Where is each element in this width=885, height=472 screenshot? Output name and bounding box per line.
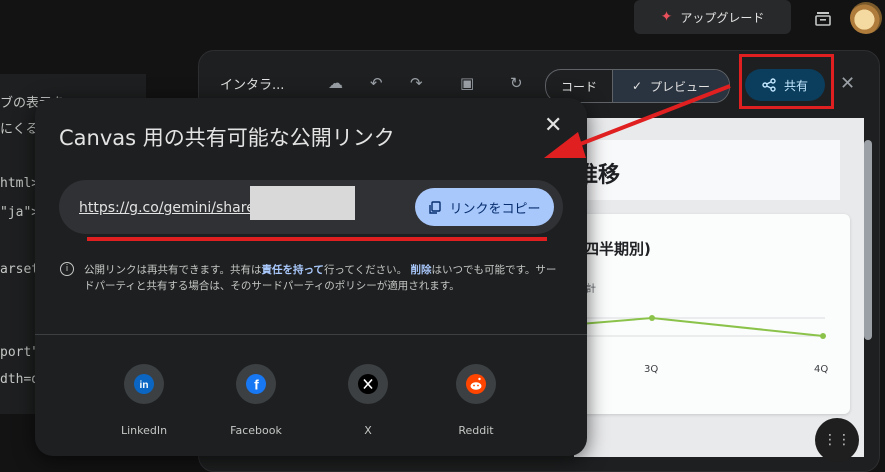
share-facebook-button[interactable]: f Facebook [201,364,311,437]
x-label: X [364,424,372,437]
copy-icon [429,200,442,214]
annotation-underline [87,237,547,241]
facebook-icon: f [236,364,276,404]
apps-grid-button[interactable]: ⋮⋮ [815,418,859,462]
preview-chart [580,315,826,339]
tick-label: 3Q [644,364,659,375]
check-icon: ✓ [631,79,643,93]
linkedin-label: LinkedIn [120,424,168,437]
info-text: 公開リンクは再共有できます。共有は責任を持って行ってください。 削除はいつでも可… [84,262,564,294]
tab-preview-label: プレビュー [650,79,711,94]
refresh-icon[interactable]: ↻ [510,74,523,92]
info-icon: i [60,262,74,276]
responsibility-link[interactable]: 責任を持って [261,264,323,276]
cloud-icon[interactable]: ☁ [328,74,343,92]
share-x-button[interactable]: X [313,364,423,437]
facebook-label: Facebook [230,424,282,437]
avatar[interactable] [850,2,882,34]
console-icon[interactable]: ▣ [460,74,474,92]
series-line [580,316,824,337]
data-point [649,315,655,321]
grid-icon: ⋮⋮ [823,432,851,448]
copy-link-label: リンクをコピー [449,201,541,217]
dialog-divider [35,334,587,335]
svg-text:f: f [254,377,259,393]
share-linkedin-button[interactable]: in LinkedIn [89,364,199,437]
preview-subtitle: 四半期別) [584,240,651,258]
redaction-box [250,186,355,220]
info-text-1: 公開リンクは再共有できます。共有は [84,264,262,276]
sparkle-icon: ✦ [660,9,673,25]
reddit-label: Reddit [458,424,494,437]
annotation-highlight-box [739,54,834,109]
close-icon[interactable]: ✕ [544,113,562,138]
info-text-2: 行ってください。 [323,264,408,276]
delete-link[interactable]: 削除 [410,264,431,276]
svg-text:in: in [140,380,149,391]
linkedin-icon: in [124,364,164,404]
copy-link-button[interactable]: リンクをコピー [415,188,554,226]
preview-scrollbar[interactable] [864,140,872,340]
code-line: port" [0,345,40,360]
tick-label: 4Q [814,364,829,375]
share-url[interactable]: https://g.co/gemini/share/ [79,200,260,216]
code-line: html> [0,176,40,191]
dialog-title: Canvas 用の共有可能な公開リンク [59,126,395,150]
canvas-title[interactable]: インタラ... [220,74,284,93]
upgrade-button[interactable]: ✦ アップグレード [634,0,791,34]
code-line: "ja"> [0,205,40,220]
upgrade-label: アップグレード [680,10,765,25]
code-line: にくる [0,122,39,137]
tab-preview[interactable]: ✓ プレビュー [612,70,729,102]
code-line: dth=d [0,372,40,387]
redo-icon[interactable]: ↷ [410,74,423,92]
history-icon[interactable] [811,6,835,30]
close-canvas-icon[interactable]: ✕ [840,73,855,94]
reddit-icon [456,364,496,404]
preview-legend: 計 [586,284,596,295]
canvas-title-text: インタラ... [220,78,285,93]
share-reddit-button[interactable]: Reddit [421,364,531,437]
data-point [820,333,826,339]
x-icon [348,364,388,404]
undo-icon[interactable]: ↶ [370,74,383,92]
tab-code-label: コード [560,79,597,94]
